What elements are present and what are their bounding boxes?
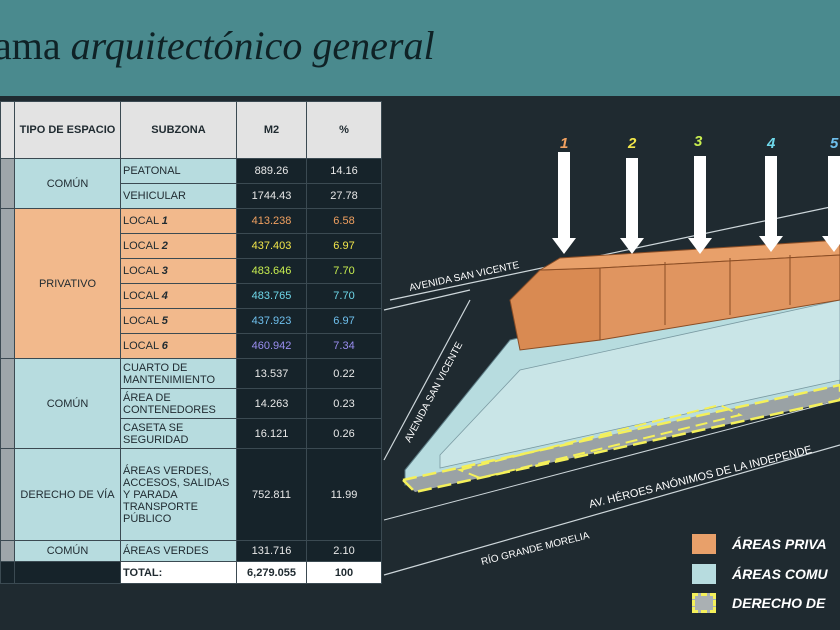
area-table: TIPO DE ESPACIO SUBZONA M2 % COMÚN PEATO… — [0, 101, 382, 584]
subzona-cell: ÁREAS VERDES — [120, 540, 237, 562]
header-m2: M2 — [236, 101, 307, 159]
subzona-cell: LOCAL 5 — [120, 308, 237, 334]
subzona-cell: LOCAL 4 — [120, 283, 237, 309]
m2-cell: 16.121 — [236, 418, 307, 449]
m2-cell: 1744.43 — [236, 183, 307, 209]
subzona-cell: PEATONAL — [120, 158, 237, 184]
total-pct: 100 — [306, 561, 382, 584]
tipo-cell: COMÚN — [14, 158, 121, 209]
header-subzona: SUBZONA — [120, 101, 237, 159]
tipo-cell: PRIVATIVO — [14, 208, 121, 359]
table-row: DERECHO DE VÍA ÁREAS VERDES, ACCESOS, SA… — [0, 448, 382, 541]
tipo-cell: DERECHO DE VÍA — [14, 448, 121, 541]
pct-cell: 14.16 — [306, 158, 382, 184]
m2-cell: 889.26 — [236, 158, 307, 184]
subzona-cell: VEHICULAR — [120, 183, 237, 209]
total-m2: 6,279.055 — [236, 561, 307, 584]
header-bar: ama arquitectónico general — [0, 0, 840, 96]
subzona-cell: ÁREA DE CONTENEDORES — [120, 388, 237, 419]
pct-cell: 6.97 — [306, 308, 382, 334]
arrow-label-4: 4 — [766, 135, 776, 152]
corner-cell — [0, 101, 15, 159]
pct-cell: 7.70 — [306, 283, 382, 309]
m2-cell: 483.765 — [236, 283, 307, 309]
total-label: TOTAL: — [120, 561, 237, 584]
legend-swatch — [692, 564, 716, 584]
legend-label: ÁREAS PRIVA — [732, 536, 827, 552]
pct-cell: 6.97 — [306, 233, 382, 259]
pct-cell: 27.78 — [306, 183, 382, 209]
legend-privativo: ÁREAS PRIVA — [692, 533, 827, 555]
subzona-cell: CUARTO DE MANTENIMIENTO — [120, 358, 237, 389]
legend-derecho: DERECHO DE — [692, 592, 825, 614]
subzona-cell: CASETA SE SEGURIDAD — [120, 418, 237, 449]
m2-cell: 413.238 — [236, 208, 307, 234]
m2-cell: 460.942 — [236, 333, 307, 359]
table-row: PRIVATIVO LOCAL 1 413.238 6.58 — [0, 208, 382, 359]
tipo-cell: COMÚN — [14, 540, 121, 562]
arrow-label-5: 5 — [830, 135, 839, 152]
legend-label: ÁREAS COMU — [732, 566, 828, 582]
m2-cell: 752.811 — [236, 448, 307, 541]
table-row: COMÚN ÁREAS VERDES 131.716 2.10 — [0, 540, 382, 562]
m2-cell: 14.263 — [236, 388, 307, 419]
m2-cell: 437.403 — [236, 233, 307, 259]
subzona-cell: LOCAL 2 — [120, 233, 237, 259]
pct-cell: 7.70 — [306, 258, 382, 284]
table-row: COMÚN CUARTO DE MANTENIMIENTO 13.537 0.2… — [0, 358, 382, 449]
header-pct: % — [306, 101, 382, 159]
subzona-cell: LOCAL 1 — [120, 208, 237, 234]
legend-comun: ÁREAS COMU — [692, 563, 828, 585]
pct-cell: 0.22 — [306, 358, 382, 389]
subzona-cell: LOCAL 3 — [120, 258, 237, 284]
tipo-cell: COMÚN — [14, 358, 121, 449]
pct-cell: 0.26 — [306, 418, 382, 449]
table-row: COMÚN PEATONAL 889.26 14.16 — [0, 158, 382, 209]
pct-cell: 7.34 — [306, 333, 382, 359]
legend-swatch — [692, 534, 716, 554]
m2-cell: 483.646 — [236, 258, 307, 284]
legend-label: DERECHO DE — [732, 595, 826, 611]
pct-cell: 6.58 — [306, 208, 382, 234]
m2-cell: 13.537 — [236, 358, 307, 389]
m2-cell: 437.923 — [236, 308, 307, 334]
pct-cell: 0.23 — [306, 388, 382, 419]
total-row: TOTAL: 6,279.055 100 — [0, 561, 382, 584]
m2-cell: 131.716 — [236, 540, 307, 562]
arrow-label-2: 2 — [627, 135, 637, 152]
legend-swatch — [692, 593, 716, 613]
arrow-label-1: 1 — [560, 135, 568, 152]
header-tipo: TIPO DE ESPACIO — [14, 101, 121, 159]
subzona-cell: ÁREAS VERDES, ACCESOS, SALIDAS Y PARADA … — [120, 448, 237, 541]
arrow-label-3: 3 — [694, 133, 703, 150]
pct-cell: 2.10 — [306, 540, 382, 562]
pct-cell: 11.99 — [306, 448, 382, 541]
subzona-cell: LOCAL 6 — [120, 333, 237, 359]
page-title: ama arquitectónico general — [0, 23, 435, 68]
